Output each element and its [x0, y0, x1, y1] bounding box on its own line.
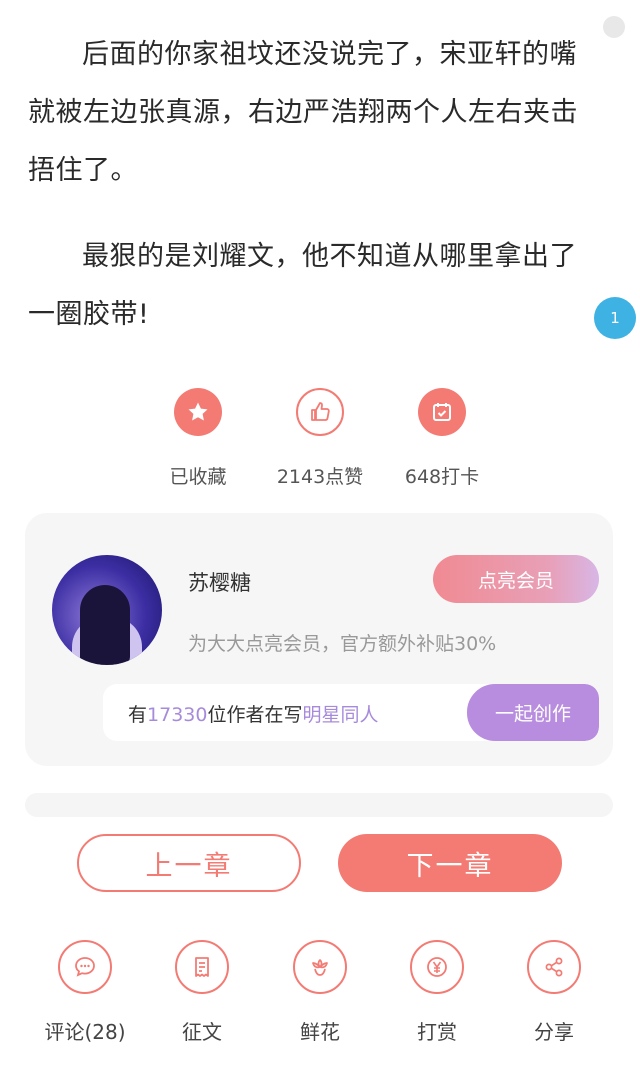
yen-coin-icon	[410, 940, 464, 994]
share-label: 分享	[534, 1020, 574, 1044]
reward-button[interactable]: 打赏	[387, 940, 487, 1045]
paragraph-text: 最狠的是刘耀文，他不知道从哪里拿出了一圈胶带!	[28, 241, 577, 330]
reward-label: 打赏	[417, 1020, 457, 1044]
calendar-check-icon	[418, 388, 466, 436]
flower-icon	[293, 940, 347, 994]
essay-label: 征文	[182, 1020, 222, 1044]
favorite-label: 已收藏	[169, 466, 227, 488]
author-name[interactable]: 苏樱糖	[188, 567, 251, 597]
vip-description: 为大大点亮会员，官方额外补贴30%	[188, 633, 497, 655]
prev-chapter-button[interactable]: 上一章	[77, 834, 301, 892]
author-card: 苏樱糖 点亮会员 为大大点亮会员，官方额外补贴30% 有17330位作者在写明星…	[25, 513, 613, 766]
paragraph-comment-badge[interactable]: 1	[594, 297, 636, 339]
essay-button[interactable]: 征文	[152, 940, 252, 1045]
comment-bubble-icon	[58, 940, 112, 994]
star-icon	[174, 388, 222, 436]
writers-topic: 明星同人	[302, 704, 379, 726]
paragraph-text: 后面的你家祖坟还没说完了，宋亚轩的嘴就被左边张真源，右边严浩翔两个人左右夹击捂住…	[28, 39, 578, 186]
status-dot	[603, 16, 625, 38]
light-up-vip-button[interactable]: 点亮会员	[433, 555, 599, 603]
document-icon	[175, 940, 229, 994]
checkin-count-label: 648打卡	[404, 466, 480, 488]
favorite-action[interactable]: 已收藏	[138, 388, 258, 489]
writers-count: 17330	[147, 704, 208, 726]
next-chapter-button[interactable]: 下一章	[338, 834, 562, 892]
create-together-button[interactable]: 一起创作	[467, 684, 599, 741]
flower-label: 鲜花	[300, 1020, 340, 1044]
comment-label: 评论(28)	[44, 1020, 126, 1044]
share-icon	[527, 940, 581, 994]
article-paragraph-1: 后面的你家祖坟还没说完了，宋亚轩的嘴就被左边张真源，右边严浩翔两个人左右夹击捂住…	[28, 26, 588, 200]
section-divider	[25, 793, 613, 817]
thumbs-up-icon	[296, 388, 344, 436]
share-button[interactable]: 分享	[504, 940, 604, 1045]
writers-banner: 有17330位作者在写明星同人 一起创作	[103, 684, 599, 741]
like-action[interactable]: 2143点赞	[260, 388, 380, 489]
like-count-label: 2143点赞	[276, 466, 364, 488]
checkin-action[interactable]: 648打卡	[382, 388, 502, 489]
author-avatar[interactable]	[52, 555, 162, 665]
writers-count-text: 有17330位作者在写明星同人	[128, 704, 379, 726]
article-paragraph-2: 最狠的是刘耀文，他不知道从哪里拿出了一圈胶带!	[28, 228, 588, 344]
comment-button[interactable]: 评论(28)	[35, 940, 135, 1045]
flower-button[interactable]: 鲜花	[270, 940, 370, 1045]
